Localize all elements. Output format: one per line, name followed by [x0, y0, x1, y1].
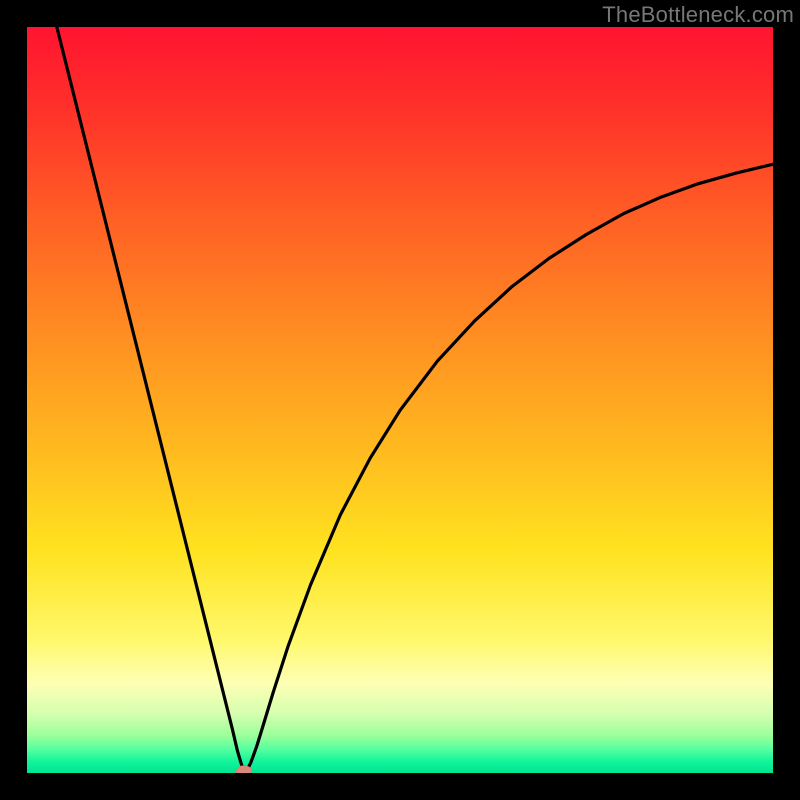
curve-svg: [27, 27, 773, 773]
watermark-text: TheBottleneck.com: [602, 2, 794, 28]
chart-canvas: TheBottleneck.com: [0, 0, 800, 800]
plot-area: [27, 27, 773, 773]
bottleneck-curve: [57, 27, 773, 772]
